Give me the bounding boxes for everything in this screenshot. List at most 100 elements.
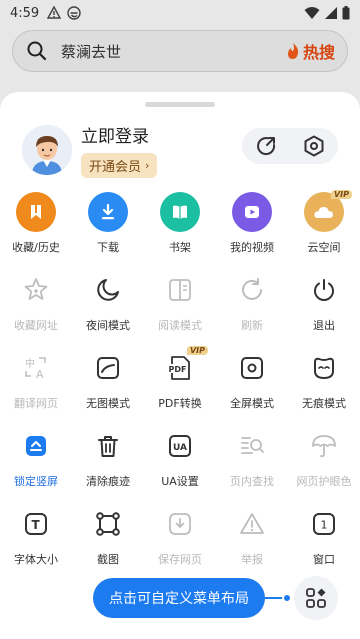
moon-icon (97, 279, 119, 301)
menu-item-label: 字体大小 (14, 553, 58, 566)
menu-item-label: 我的视频 (230, 241, 274, 254)
top-actions (242, 128, 338, 164)
menu-item-label: 夜间模式 (86, 319, 130, 332)
no-image-icon (97, 357, 119, 379)
menu-item-label: 保存网页 (158, 553, 202, 566)
tooltip-dot (282, 593, 292, 603)
menu-item-find-in-page[interactable]: 页内查找 (216, 426, 288, 504)
menu-item-label: 无痕模式 (302, 397, 346, 410)
menu-item-my-videos[interactable]: 我的视频 (216, 192, 288, 270)
menu-item-cloud-space[interactable]: VIP 云空间 (288, 190, 360, 270)
trash-icon (98, 436, 118, 457)
avatar-icon (22, 125, 72, 175)
umbrella-icon (312, 435, 336, 458)
menu-item-lock-portrait[interactable]: 锁定竖屏 (0, 426, 72, 504)
svg-text:A: A (36, 368, 44, 381)
menu-item-report[interactable]: 举报 (216, 504, 288, 582)
customize-menu-button[interactable]: 点击可自定义菜单布局 (93, 578, 265, 618)
menu-item-label: 无图模式 (86, 397, 130, 410)
menu-item-label: PDF转换 (158, 397, 202, 410)
menu-item-label: 清除痕迹 (86, 475, 130, 488)
menu-sheet: 立即登录 开通会员 › 收藏/历史 下载 书架 我的视频 VIP 云空间 收藏网… (0, 92, 360, 639)
menu-item-ua-settings[interactable]: UA UA设置 (144, 426, 216, 504)
menu-item-label: 全屏模式 (230, 397, 274, 410)
menu-item-night-mode[interactable]: 夜间模式 (72, 270, 144, 348)
menu-item-label: 截图 (97, 553, 119, 566)
vip-badge: VIP (186, 346, 208, 355)
reader-icon (169, 279, 191, 301)
menu-item-eye-care[interactable]: 网页护眼色 (288, 426, 360, 504)
menu-row: T 字体大小 截图 保存网页 举报 1 窗口 (0, 504, 360, 582)
menu-item-screenshot[interactable]: 截图 (72, 504, 144, 582)
ua-icon-text: UA (173, 443, 187, 453)
menu-item-font-size[interactable]: T 字体大小 (0, 504, 72, 582)
book-icon (160, 192, 200, 232)
refresh-icon (242, 278, 262, 300)
vip-badge: VIP (330, 190, 352, 199)
screenshot-icon (96, 512, 120, 536)
login-link[interactable]: 立即登录 (81, 122, 157, 147)
translate-icon: 中A (25, 357, 46, 381)
window-icon: 1 (313, 513, 335, 535)
menu-item-bookmark-url[interactable]: 收藏网址 (0, 270, 72, 348)
grid-layout-icon (306, 588, 326, 608)
incognito-icon (314, 357, 334, 379)
sheet-drag-handle[interactable] (145, 102, 215, 107)
menu-row: 收藏网址 夜间模式 阅读模式 刷新 退出 (0, 270, 360, 348)
menu-grid: 收藏/历史 下载 书架 我的视频 VIP 云空间 收藏网址 夜间模式 阅读模式 … (0, 190, 360, 582)
download-icon (88, 192, 128, 232)
menu-item-label: 阅读模式 (158, 319, 202, 332)
menu-item-pdf-convert[interactable]: PDF VIP PDF转换 (144, 346, 216, 426)
menu-item-label: 刷新 (241, 319, 263, 332)
menu-row: 收藏/历史 下载 书架 我的视频 VIP 云空间 (0, 190, 360, 270)
pdf-icon-text: PDF (169, 365, 187, 374)
report-icon (240, 513, 264, 534)
menu-item-favorites-history[interactable]: 收藏/历史 (0, 192, 72, 270)
menu-item-save-page[interactable]: 保存网页 (144, 504, 216, 582)
play-icon (232, 192, 272, 232)
menu-item-no-image[interactable]: 无图模式 (72, 348, 144, 426)
settings-icon[interactable] (302, 134, 326, 158)
fullscreen-icon (241, 357, 263, 379)
menu-item-label: 云空间 (307, 241, 341, 254)
ua-icon: UA (169, 435, 191, 457)
menu-item-clear-traces[interactable]: 清除痕迹 (72, 426, 144, 504)
menu-item-label: 收藏/历史 (12, 241, 60, 254)
chevron-right-icon: › (145, 159, 150, 172)
menu-item-label: 窗口 (313, 553, 335, 566)
menu-layout-button[interactable] (294, 576, 338, 620)
menu-item-bookshelf[interactable]: 书架 (144, 192, 216, 270)
menu-row: 锁定竖屏 清除痕迹 UA UA设置 页内查找 网页护眼色 (0, 426, 360, 504)
menu-item-translate[interactable]: 中A 翻译网页 (0, 348, 72, 426)
pdf-icon: PDF (168, 356, 190, 380)
menu-item-incognito[interactable]: 无痕模式 (288, 348, 360, 426)
share-icon[interactable] (254, 134, 278, 158)
svg-text:中: 中 (25, 357, 35, 370)
save-page-icon (169, 513, 191, 535)
menu-item-refresh[interactable]: 刷新 (216, 270, 288, 348)
menu-item-label: 下载 (97, 241, 119, 254)
menu-item-label: 收藏网址 (14, 319, 58, 332)
profile-area[interactable]: 立即登录 开通会员 › (22, 122, 158, 178)
vip-subscribe-label: 开通会员 (89, 160, 142, 175)
menu-item-label: 举报 (241, 553, 263, 566)
menu-item-label: 网页护眼色 (296, 475, 352, 488)
bookmark-icon (16, 192, 56, 232)
power-icon (314, 279, 334, 301)
menu-item-label: 退出 (313, 319, 335, 332)
menu-item-windows[interactable]: 1 窗口 (288, 504, 360, 582)
menu-item-fullscreen[interactable]: 全屏模式 (216, 348, 288, 426)
menu-item-exit[interactable]: 退出 (288, 270, 360, 348)
vip-subscribe-button[interactable]: 开通会员 › (81, 153, 158, 178)
menu-row: 中A 翻译网页 无图模式 PDF VIP PDF转换 全屏模式 无痕模式 (0, 346, 360, 426)
menu-item-label: 翻译网页 (14, 397, 58, 410)
menu-item-reader-mode[interactable]: 阅读模式 (144, 270, 216, 348)
avatar[interactable] (22, 125, 72, 175)
font-size-icon-text: T (32, 518, 41, 532)
find-in-page-icon (241, 437, 264, 454)
menu-item-label: UA设置 (161, 475, 199, 488)
menu-item-label: 锁定竖屏 (14, 475, 58, 488)
star-add-icon (24, 278, 48, 300)
menu-item-downloads[interactable]: 下载 (72, 192, 144, 270)
menu-item-label: 页内查找 (230, 475, 274, 488)
